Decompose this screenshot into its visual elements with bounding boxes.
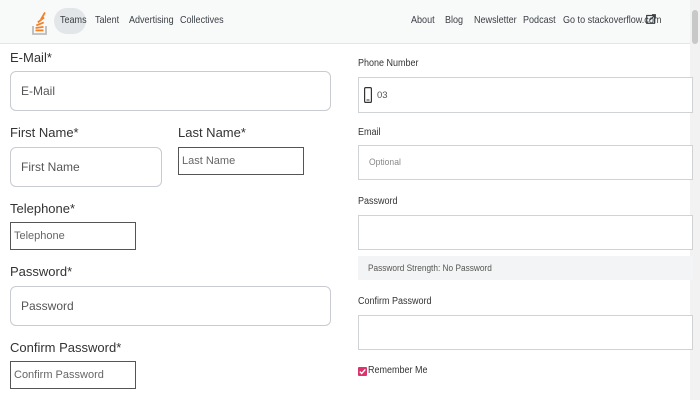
nav-item-blog[interactable]: Blog [445, 14, 463, 26]
nav-item-newsletter[interactable]: Newsletter [474, 14, 517, 26]
checkmark-icon [359, 368, 366, 375]
first-name-field[interactable]: First Name [10, 147, 162, 187]
password-placeholder: Password [21, 299, 74, 313]
telephone-placeholder: Telephone [14, 230, 65, 242]
remember-me-checkbox[interactable] [358, 367, 367, 376]
password-label: Password* [10, 264, 73, 279]
right-password-label: Password [358, 196, 398, 207]
email-placeholder: E-Mail [21, 84, 56, 98]
nav-item-talent[interactable]: Talent [95, 14, 119, 26]
confirm-password-field[interactable]: Confirm Password [10, 361, 136, 389]
email-optional-placeholder: Optional [369, 157, 401, 168]
email-optional-label: Email [358, 127, 381, 138]
telephone-label: Telephone* [10, 201, 76, 216]
email-field[interactable]: E-Mail [10, 71, 331, 111]
nav-item-podcast[interactable]: Podcast [523, 14, 556, 26]
phone-number-value: 03 [377, 89, 388, 101]
last-name-placeholder: Last Name [182, 155, 236, 167]
telephone-field[interactable]: Telephone [10, 222, 136, 250]
email-label: E-Mail* [10, 50, 52, 65]
stackoverflow-logo-icon[interactable] [32, 6, 48, 36]
right-confirm-password-field[interactable] [358, 315, 693, 350]
email-optional-field[interactable]: Optional [358, 145, 693, 180]
right-password-field[interactable] [358, 215, 693, 250]
password-strength-indicator: Password Strength: No Password [358, 256, 693, 280]
nav-item-about[interactable]: About [411, 14, 435, 26]
nav-item-teams[interactable]: Teams [60, 14, 87, 26]
external-link-icon[interactable] [646, 14, 656, 24]
last-name-field[interactable]: Last Name [178, 147, 304, 175]
top-navigation: Teams Talent Advertising Collectives Abo… [0, 0, 700, 44]
password-strength-text: Password Strength: No Password [368, 263, 492, 273]
last-name-label: Last Name* [178, 125, 246, 140]
phone-number-label: Phone Number [358, 58, 419, 69]
right-confirm-password-label: Confirm Password [358, 296, 432, 307]
confirm-password-label: Confirm Password* [10, 340, 122, 355]
mobile-phone-icon [364, 87, 372, 103]
first-name-label: First Name* [10, 125, 79, 140]
password-field[interactable]: Password [10, 286, 331, 326]
phone-number-field[interactable]: 03 [358, 77, 693, 113]
first-name-placeholder: First Name [21, 160, 80, 174]
remember-me-label[interactable]: Remember Me [368, 365, 428, 376]
nav-item-collectives[interactable]: Collectives [180, 14, 224, 26]
confirm-password-placeholder: Confirm Password [14, 369, 104, 381]
nav-item-advertising[interactable]: Advertising [129, 14, 174, 26]
scrollbar-thumb[interactable] [692, 10, 698, 44]
